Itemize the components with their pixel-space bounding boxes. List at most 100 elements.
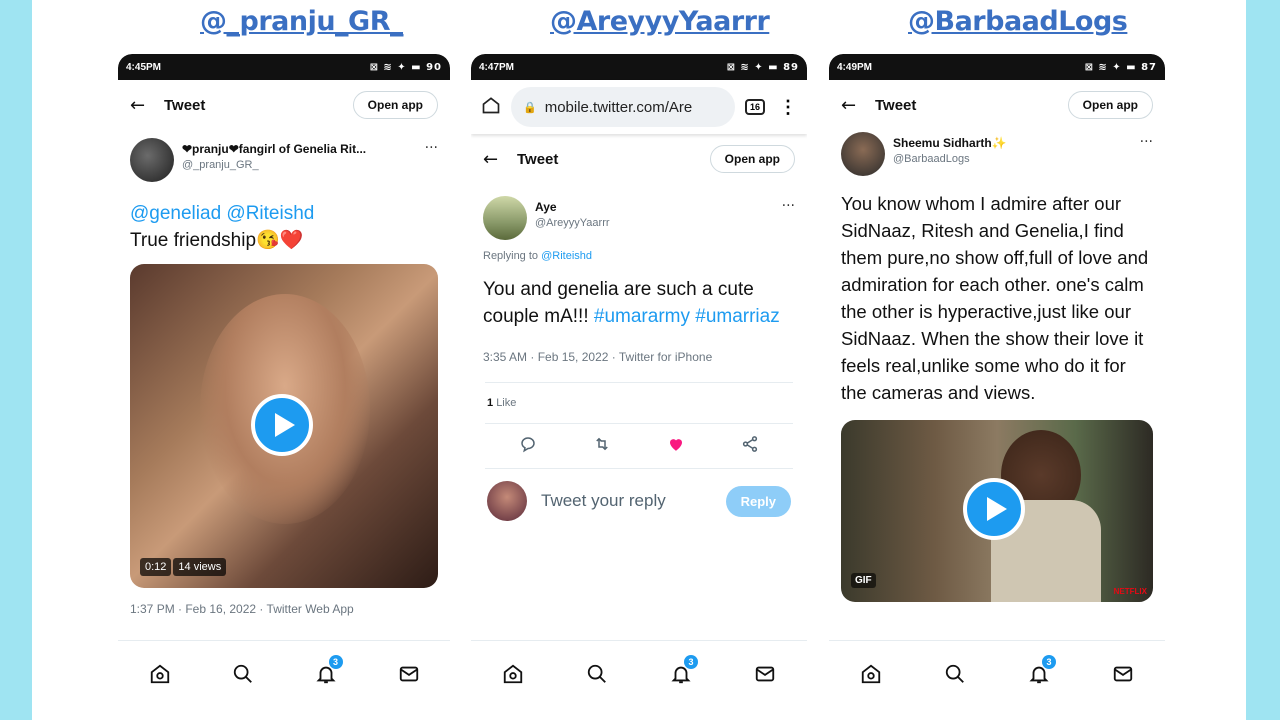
reply-icon[interactable]: [519, 435, 537, 458]
play-button-icon[interactable]: [251, 394, 313, 456]
tweet-header: ← Tweet Open app: [829, 80, 1165, 130]
like-icon[interactable]: [667, 435, 685, 458]
handle-label-1[interactable]: @_pranju_GR_: [200, 6, 404, 37]
lock-icon: 🔒: [523, 101, 537, 114]
status-time: 4:49PM: [837, 61, 873, 73]
tweet-author: Sheemu Sidharth✨ @BarbaadLogs ···: [829, 130, 1165, 184]
browser-home-icon[interactable]: [481, 95, 501, 120]
reply-composer: Tweet your reply Reply: [471, 469, 807, 533]
video-duration: 0:12: [140, 558, 172, 576]
phone-screenshot-2: 4:47PM ⊠ ≋ ✦ ▬ 89 🔒 mobile.twitter.com/A…: [471, 54, 807, 706]
like-count-value: 1: [487, 397, 494, 409]
home-icon[interactable]: [500, 661, 526, 687]
tweet-body: You and genelia are such a cute couple m…: [471, 272, 807, 334]
tweet-timestamp: 1:37 PM · Feb 16, 2022 · Twitter Web App: [130, 602, 354, 616]
username[interactable]: @AreyyyYaarrr: [535, 216, 782, 230]
hashtag-link[interactable]: #umarriaz: [695, 306, 779, 327]
mail-icon[interactable]: [1110, 661, 1136, 687]
status-bar: 4:47PM ⊠ ≋ ✦ ▬ 89: [471, 54, 807, 80]
share-icon[interactable]: [741, 435, 759, 458]
like-count-label: Like: [496, 397, 517, 409]
open-app-button[interactable]: Open app: [709, 145, 795, 173]
play-button-icon[interactable]: [963, 478, 1025, 540]
back-arrow-icon[interactable]: ←: [130, 95, 164, 116]
open-app-button[interactable]: Open app: [1067, 91, 1153, 119]
bell-icon[interactable]: 3: [1026, 654, 1056, 687]
video-info: 0:12 14 views: [140, 558, 227, 576]
status-bar: 4:45PM ⊠ ≋ ✦ ▬ 90: [118, 54, 450, 80]
browser-menu-icon[interactable]: ⋮: [779, 97, 797, 118]
status-bar: 4:49PM ⊠ ≋ ✦ ▬ 87: [829, 54, 1165, 80]
avatar[interactable]: [130, 138, 174, 182]
url-text: mobile.twitter.com/Are: [544, 98, 693, 116]
status-icons: ⊠ ≋ ✦ ▬ 90: [369, 61, 442, 73]
bell-icon[interactable]: 3: [313, 654, 343, 687]
bottom-nav: 3: [118, 640, 450, 706]
avatar: [487, 481, 527, 521]
collage-canvas: @_pranju_GR_ @AreyyyYaarrr @BarbaadLogs …: [32, 0, 1246, 720]
home-icon[interactable]: [147, 661, 173, 687]
tweet-mentions[interactable]: @geneliad @Riteishd: [130, 200, 438, 227]
tweet-text: You know whom I admire after our SidNaaz…: [841, 193, 1149, 403]
display-name[interactable]: Aye: [535, 200, 782, 216]
page-title: Tweet: [875, 96, 917, 114]
replying-to-link[interactable]: @Riteishd: [541, 250, 592, 262]
status-time: 4:45PM: [126, 61, 162, 73]
phone-screenshot-3: 4:49PM ⊠ ≋ ✦ ▬ 87 ← Tweet Open app Sheem…: [829, 54, 1165, 706]
tweet-actions: [471, 424, 807, 468]
more-options-icon[interactable]: ···: [425, 138, 438, 156]
home-icon[interactable]: [858, 661, 884, 687]
browser-url-bar: 🔒 mobile.twitter.com/Are 16 ⋮: [471, 80, 807, 134]
tweet-header: ← Tweet Open app: [471, 134, 807, 184]
tab-switcher-icon[interactable]: 16: [744, 99, 765, 115]
status-icons: ⊠ ≋ ✦ ▬ 89: [726, 61, 799, 73]
back-arrow-icon[interactable]: ←: [483, 149, 517, 170]
netflix-watermark: NETFLIX: [1113, 587, 1147, 596]
video-views: 14 views: [173, 558, 227, 576]
search-icon[interactable]: [942, 661, 968, 687]
display-name[interactable]: ❤pranju❤fangirl of Genelia Rit...: [182, 142, 425, 158]
search-icon[interactable]: [584, 661, 610, 687]
like-count[interactable]: 1 Like: [471, 383, 807, 423]
username[interactable]: @_pranju_GR_: [182, 158, 425, 172]
page-title: Tweet: [517, 150, 559, 168]
bottom-nav: 3: [471, 640, 807, 706]
more-options-icon[interactable]: ···: [1140, 132, 1153, 150]
search-icon[interactable]: [230, 661, 256, 687]
tweet-video[interactable]: 0:12 14 views: [130, 264, 438, 588]
tweet-gif[interactable]: GIF NETFLIX: [841, 420, 1153, 602]
replying-to: Replying to @Riteishd: [471, 250, 807, 262]
retweet-icon[interactable]: [593, 435, 611, 458]
more-options-icon[interactable]: ···: [782, 196, 795, 214]
gif-badge: GIF: [851, 573, 876, 588]
bell-icon[interactable]: 3: [668, 654, 698, 687]
handle-label-3[interactable]: @BarbaadLogs: [908, 6, 1128, 37]
tweet-author: ❤pranju❤fangirl of Genelia Rit... @_pran…: [118, 130, 450, 190]
tweet-timestamp: 3:35 AM · Feb 15, 2022 · Twitter for iPh…: [483, 350, 713, 364]
bottom-nav: 3: [829, 640, 1165, 706]
tweet-text: True friendship😘❤️: [130, 230, 304, 251]
notification-badge: 3: [684, 654, 698, 669]
notification-badge: 3: [1042, 654, 1056, 669]
page-title: Tweet: [164, 96, 206, 114]
avatar[interactable]: [483, 196, 527, 240]
mail-icon[interactable]: [396, 661, 422, 687]
username[interactable]: @BarbaadLogs: [893, 152, 1140, 166]
tweet-author: Aye @AreyyyYaarrr ···: [471, 184, 807, 248]
notification-badge: 3: [328, 654, 343, 669]
handle-label-2[interactable]: @AreyyyYaarrr: [550, 6, 770, 37]
open-app-button[interactable]: Open app: [352, 91, 438, 119]
avatar[interactable]: [841, 132, 885, 176]
url-field[interactable]: 🔒 mobile.twitter.com/Are: [511, 87, 735, 127]
hashtag-link[interactable]: #umararmy: [594, 306, 690, 327]
phone-screenshot-1: 4:45PM ⊠ ≋ ✦ ▬ 90 ← Tweet Open app ❤pran…: [118, 54, 450, 706]
replying-to-label: Replying to: [483, 250, 542, 262]
mail-icon[interactable]: [752, 661, 778, 687]
tweet-header: ← Tweet Open app: [118, 80, 450, 130]
status-time: 4:47PM: [479, 61, 515, 73]
back-arrow-icon[interactable]: ←: [841, 95, 875, 116]
reply-input[interactable]: Tweet your reply: [541, 491, 726, 511]
status-icons: ⊠ ≋ ✦ ▬ 87: [1084, 61, 1157, 73]
reply-button[interactable]: Reply: [725, 485, 791, 517]
display-name[interactable]: Sheemu Sidharth✨: [893, 136, 1140, 152]
